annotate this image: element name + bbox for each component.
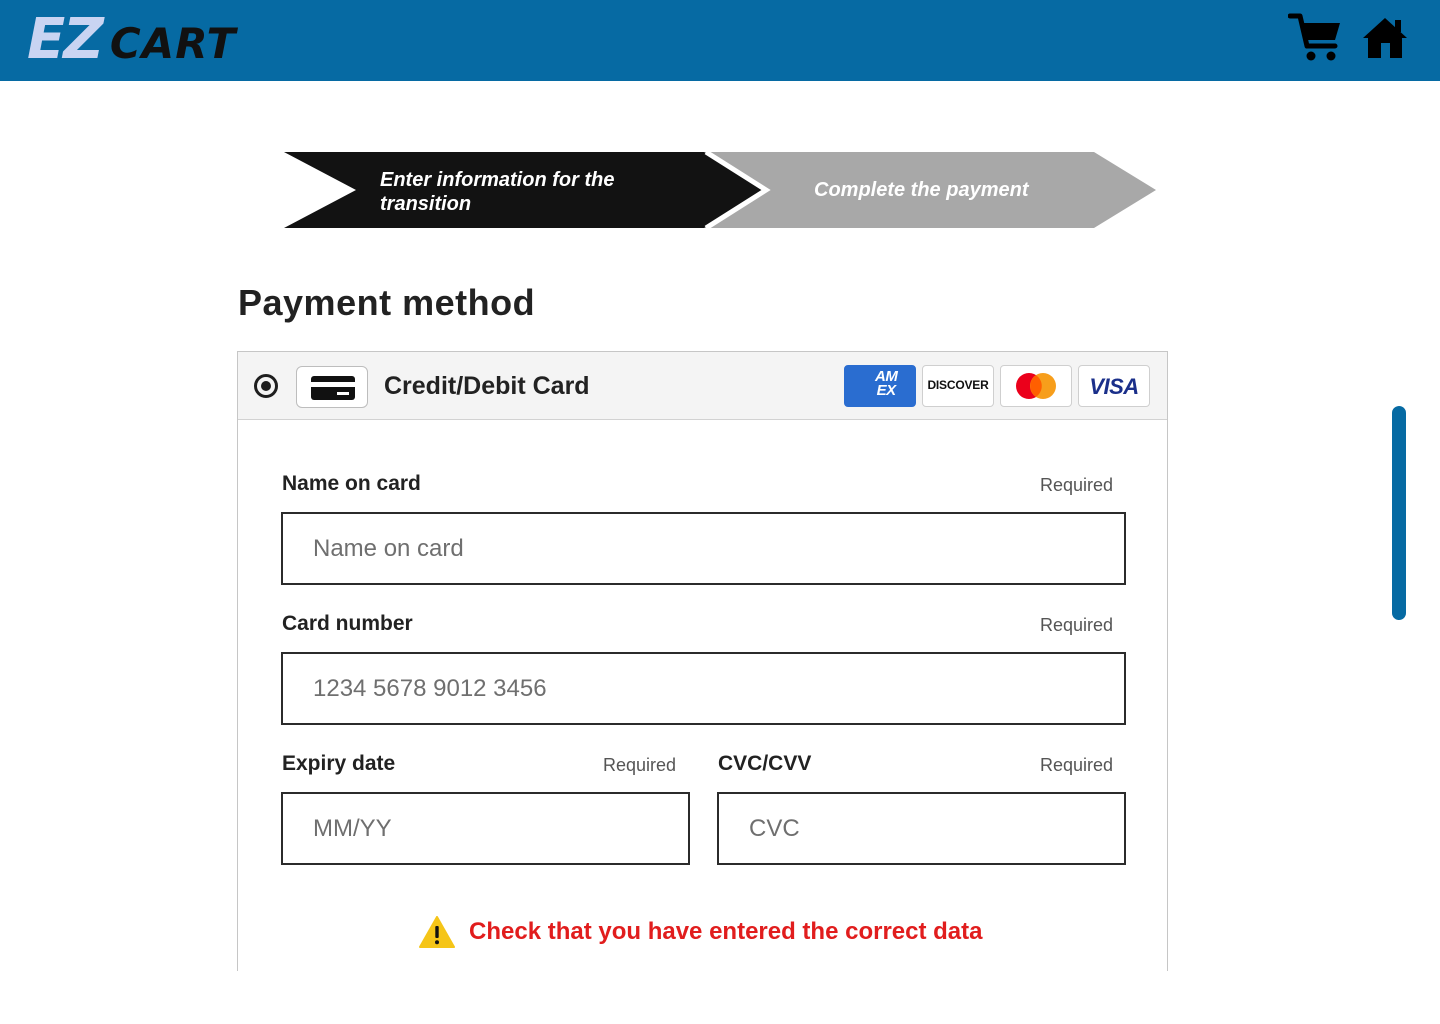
top-header: EZ CART [0, 0, 1440, 81]
expiry-date-input[interactable] [281, 792, 690, 865]
cvc-label: CVC/CVV [718, 752, 812, 775]
payment-method-option[interactable]: Credit/Debit Card AM EX DISCOVER VISA [238, 352, 1167, 420]
expiry-required-label: Required [603, 755, 677, 775]
expiry-date-label: Expiry date [282, 752, 396, 775]
discover-logo-text: DISCOVER [927, 378, 989, 392]
name-required-label: Required [1040, 475, 1114, 495]
card-radio-button[interactable] [254, 374, 278, 398]
discover-logo-icon: DISCOVER [922, 365, 994, 407]
warning-text: Check that you have entered the correct … [469, 918, 983, 945]
step-2-label: Complete the payment [814, 179, 1029, 201]
credit-card-icon [296, 366, 368, 408]
payment-method-label: Credit/Debit Card [384, 372, 590, 400]
logo-ez-text: EZ [27, 7, 104, 72]
mastercard-logo-icon [1000, 365, 1072, 407]
cvc-required-label: Required [1040, 755, 1114, 775]
radio-selected-dot [261, 381, 271, 391]
card-number-required-label: Required [1040, 615, 1114, 635]
name-on-card-input[interactable] [281, 512, 1126, 585]
page-title: Payment method [238, 282, 536, 323]
ezcart-logo[interactable]: EZ CART [27, 10, 236, 70]
amex-logo-text: AM EX [875, 368, 898, 399]
name-on-card-label: Name on card [282, 472, 421, 495]
warning-icon [419, 916, 455, 948]
cart-icon[interactable] [1287, 12, 1344, 64]
validation-warning: Check that you have entered the correct … [419, 914, 983, 950]
vertical-scrollbar[interactable] [1392, 406, 1406, 620]
card-number-label: Card number [282, 612, 413, 635]
amex-logo-icon: AM EX [844, 365, 916, 407]
checkout-stepper: Enter information for the transition Com… [284, 152, 1158, 228]
cvc-input[interactable] [717, 792, 1126, 865]
card-number-input[interactable] [281, 652, 1126, 725]
logo-cart-text: CART [109, 19, 237, 68]
visa-logo-icon: VISA [1078, 365, 1150, 407]
step-1-label: Enter information for the transition [380, 169, 615, 215]
home-icon[interactable] [1360, 12, 1410, 64]
visa-logo-text: VISA [1089, 374, 1139, 399]
